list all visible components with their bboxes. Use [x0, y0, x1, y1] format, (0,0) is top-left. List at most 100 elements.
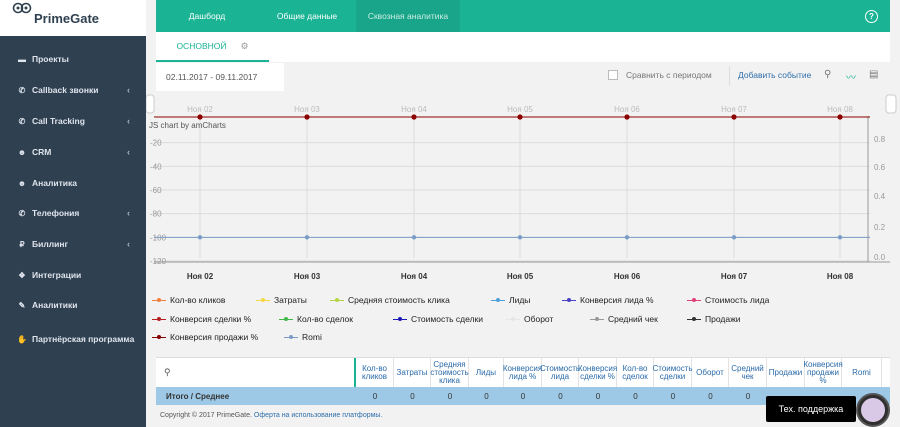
- support-avatar[interactable]: [856, 393, 890, 427]
- logo-icon: [12, 2, 32, 14]
- series-point: [624, 235, 630, 240]
- legend-item[interactable]: Кол-во сделок: [279, 314, 353, 324]
- top-category-label: Ноя 02: [187, 105, 213, 114]
- legend-item[interactable]: Лиды: [491, 295, 530, 305]
- sidebar-item-label: Проекты: [32, 54, 69, 65]
- sidebar-item-label: Телефония: [32, 208, 80, 219]
- sidebar-item-2[interactable]: ✆ Call Tracking ‹: [0, 106, 146, 137]
- tab-general-data[interactable]: Общие данные: [258, 0, 356, 32]
- sidebar-item-0[interactable]: ▬ Проекты: [0, 44, 146, 75]
- offer-link[interactable]: Оферта на использование платформы.: [254, 412, 383, 419]
- column-header[interactable]: Конверсия продажи %: [803, 358, 843, 387]
- chevron-left-icon: ‹: [127, 85, 130, 96]
- compare-checkbox[interactable]: [608, 70, 618, 80]
- legend-item[interactable]: Стоимость сделки: [393, 314, 483, 324]
- legend-item[interactable]: Конверсия продажи %: [152, 332, 258, 342]
- table-search[interactable]: ⚲: [156, 358, 356, 387]
- support-button[interactable]: Тех. поддержка: [766, 396, 856, 422]
- legend-marker: [491, 297, 505, 303]
- phone-volume-icon: ✆: [18, 116, 26, 126]
- legend-marker: [687, 316, 701, 322]
- top-nav-bar: Дашборд Общие данные Сквозная аналитика …: [156, 0, 890, 32]
- phone-icon: ✆: [18, 208, 26, 218]
- sidebar-item-label: Callback звонки: [32, 85, 99, 96]
- legend-marker: [506, 316, 520, 322]
- sidebar-item-7[interactable]: ❖ Интеграции: [0, 260, 146, 291]
- date-range-picker[interactable]: 02.11.2017 - 09.11.2017: [156, 63, 284, 91]
- legend-marker: [152, 334, 166, 340]
- chart: -20 -40 -60 -80 -100 -120 0.8 0.6 0.4 0.2 0.0 Ноя 0…: [145, 92, 900, 285]
- table-cell: 0: [595, 391, 601, 401]
- gear-icon[interactable]: ⚙: [240, 41, 248, 52]
- legend-marker: [562, 297, 576, 303]
- x-tick-label: Ноя 04: [401, 272, 428, 281]
- line-chart-icon[interactable]: 〰: [846, 69, 856, 84]
- tab-dashboard[interactable]: Дашборд: [156, 0, 258, 32]
- sidebar-item-6[interactable]: ₽ Биллинг ‹: [0, 229, 146, 260]
- sidebar-item-9[interactable]: ✋ Партнёрская программа ‹: [0, 321, 146, 357]
- right-tick-label: 0.4: [874, 192, 886, 201]
- legend-item[interactable]: Стоимость лида: [687, 295, 769, 305]
- export-file-icon[interactable]: ▤: [869, 69, 878, 80]
- tab-end-to-end-analytics[interactable]: Сквозная аналитика: [356, 0, 460, 32]
- right-tick-label: 0.2: [874, 223, 886, 232]
- legend-marker: [284, 334, 298, 340]
- table-header: ⚲ Кол-во кликов Затраты Средняя стоимость …: [156, 357, 890, 387]
- copyright-text: Copyright © 2017 PrimeGate.: [160, 412, 252, 419]
- legend-item[interactable]: Romi: [284, 332, 322, 342]
- legend-label: Затраты: [274, 295, 307, 305]
- column-header[interactable]: Оборот: [692, 358, 729, 387]
- brand-name: PrimeGate: [34, 10, 100, 26]
- sidebar-item-3[interactable]: ☻ CRM ‹: [0, 137, 146, 168]
- subtab-main[interactable]: ОСНОВНОЙ ⚙: [156, 32, 269, 62]
- chart-watermark: JS chart by amCharts: [149, 121, 226, 130]
- column-header[interactable]: Стоимость сделки: [652, 358, 693, 387]
- legend-item[interactable]: Средний чек: [590, 314, 658, 324]
- series-point: [624, 114, 630, 120]
- legend-item[interactable]: Продажи: [687, 314, 741, 324]
- table-cell: 0: [447, 391, 453, 401]
- legend-item[interactable]: Средняя стоимость клика: [330, 295, 450, 305]
- y-tick-label: -80: [150, 210, 162, 219]
- compare-period-toggle[interactable]: Сравнить с периодом: [608, 70, 712, 80]
- sidebar-item-4[interactable]: ☻ Аналитика: [0, 168, 146, 199]
- column-header[interactable]: Стоимость лида: [540, 358, 580, 387]
- legend-item[interactable]: Конверсия лида %: [562, 295, 654, 305]
- legend-item[interactable]: Конверсия сделки %: [152, 314, 251, 324]
- series-point: [837, 114, 843, 120]
- column-header[interactable]: Лиды: [469, 358, 504, 387]
- y-tick-label: -40: [150, 162, 162, 171]
- sidebar-item-label: Аналитики: [32, 300, 78, 311]
- sidebar-item-8[interactable]: ✎ Аналитики: [0, 290, 146, 321]
- series-point: [517, 114, 523, 120]
- right-tick-label: 0.6: [874, 163, 886, 172]
- column-header[interactable]: Средняя стоимость клика: [430, 358, 469, 387]
- column-header[interactable]: Romi: [842, 358, 882, 387]
- sidebar-item-label: Call Tracking: [32, 116, 85, 127]
- table-cell: 0: [633, 391, 638, 401]
- add-event-link[interactable]: Добавить событие: [738, 70, 811, 80]
- column-header[interactable]: Кол-во сделок: [617, 358, 654, 387]
- table-cell: 0: [520, 391, 526, 401]
- legend-item[interactable]: Затраты: [256, 295, 307, 305]
- column-header[interactable]: Продажи: [767, 358, 805, 387]
- y-tick-label: -20: [150, 139, 162, 148]
- sidebar-item-5[interactable]: ✆ Телефония ‹: [0, 198, 146, 229]
- cubes-icon: ❖: [18, 270, 26, 280]
- column-header[interactable]: Кол-во кликов: [356, 358, 394, 387]
- column-header[interactable]: Затраты: [394, 358, 431, 387]
- legend-item[interactable]: Оборот: [506, 314, 553, 324]
- briefcase-icon: ▬: [18, 54, 26, 64]
- help-icon[interactable]: ?: [865, 10, 878, 23]
- legend-marker: [152, 316, 166, 322]
- column-header[interactable]: Конверсия сделки %: [578, 358, 617, 387]
- x-tick-label: Ноя 06: [614, 272, 641, 281]
- legend-item[interactable]: Кол-во кликов: [152, 295, 225, 305]
- chart-svg: -20-40-60-80-100-1200.80.60.40.20.0Ноя 0…: [145, 92, 900, 285]
- x-tick-label: Ноя 08: [827, 272, 854, 281]
- brand-logo[interactable]: PrimeGate: [0, 0, 146, 36]
- column-header[interactable]: Средний чек: [729, 358, 767, 387]
- sidebar-item-1[interactable]: ✆ Callback звонки ‹: [0, 75, 146, 106]
- search-icon[interactable]: ⚲: [824, 69, 831, 80]
- column-header[interactable]: Конверсия лида %: [503, 358, 542, 387]
